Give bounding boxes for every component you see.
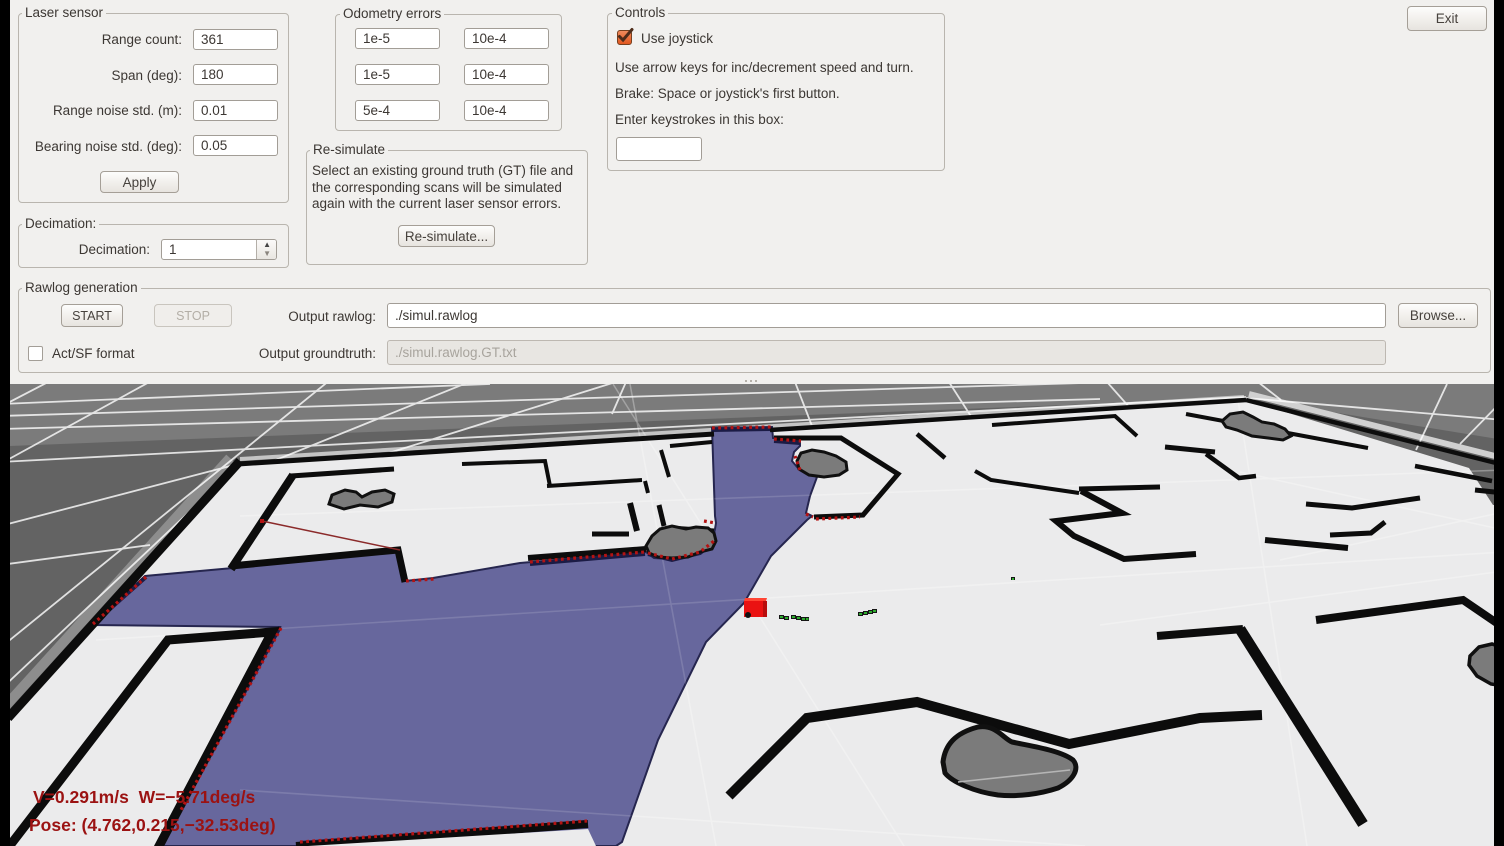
svg-text:V=0.291m/s W=−5.71deg/s: V=0.291m/s W=−5.71deg/s (33, 787, 256, 807)
svg-text:Pose: (4.762,0.215,−32.53deg): Pose: (4.762,0.215,−32.53deg) (29, 815, 276, 835)
